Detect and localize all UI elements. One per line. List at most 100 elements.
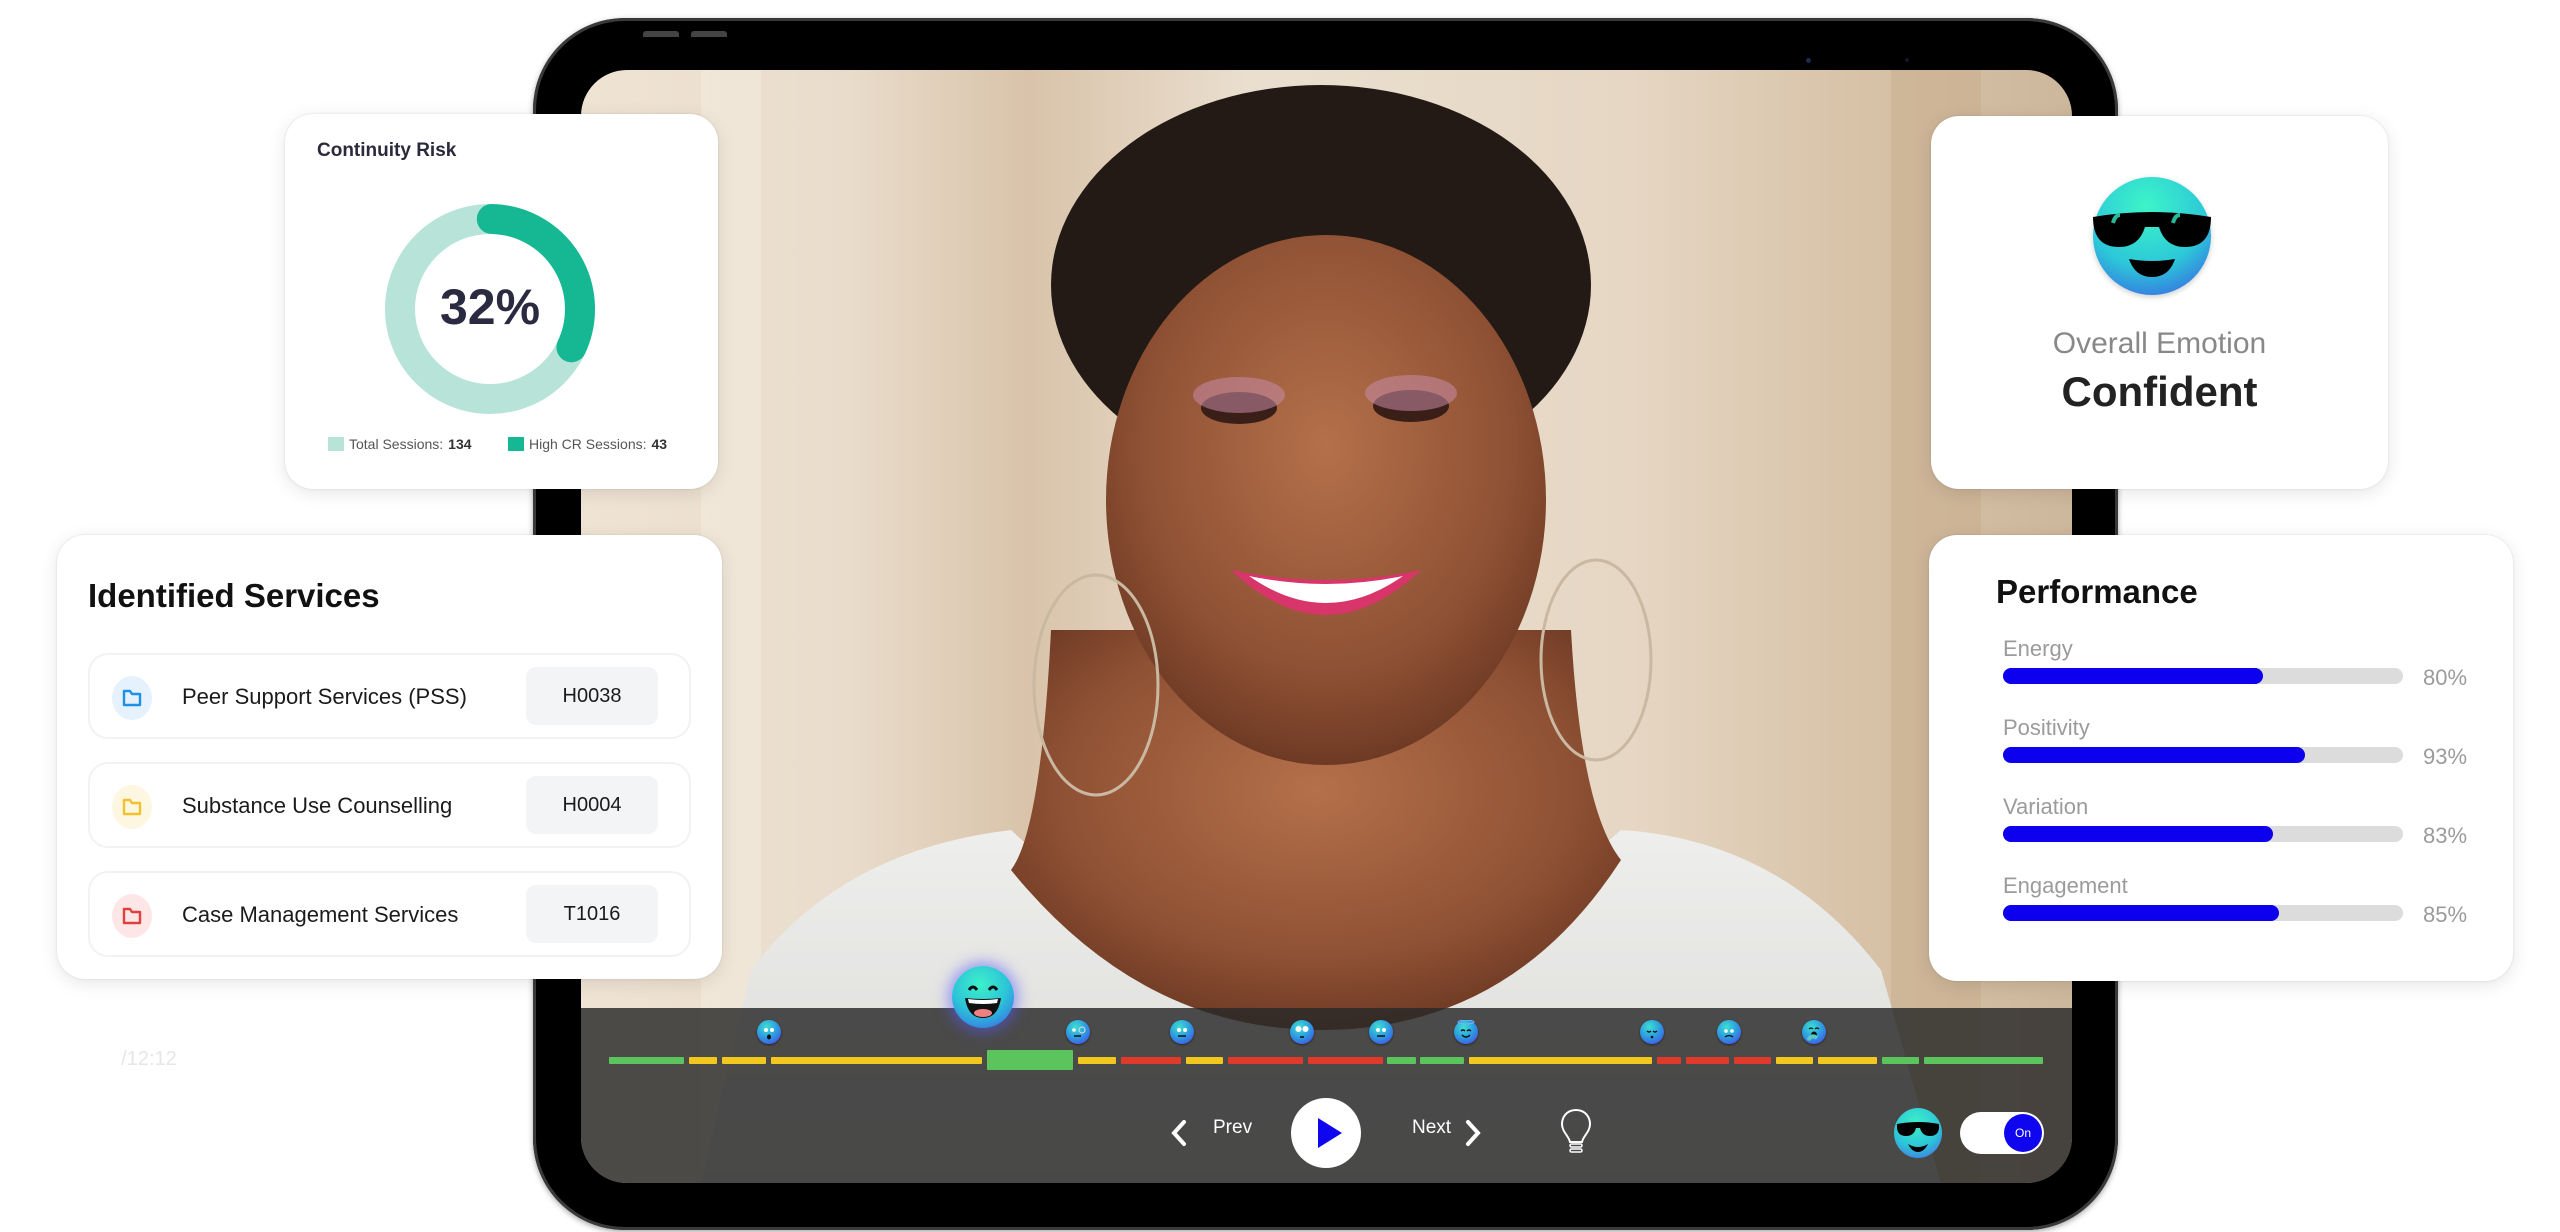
card-title: Continuity Risk xyxy=(317,140,457,161)
service-item[interactable]: Case Management Services T1016 xyxy=(88,871,691,957)
volume-button xyxy=(691,31,727,37)
performance-metric: Engagement 85% xyxy=(2003,873,2473,943)
emotion-marker-monocle-icon[interactable] xyxy=(1066,1020,1091,1044)
timeline-segment-green[interactable] xyxy=(1882,1057,1920,1064)
metric-percent: 85% xyxy=(2423,902,2468,927)
service-item[interactable]: Peer Support Services (PSS) H0038 xyxy=(88,653,691,739)
service-label: Case Management Services xyxy=(182,902,459,927)
legend-label: High CR Sessions: xyxy=(529,436,647,452)
face xyxy=(1106,235,1546,765)
emotion-marker-worried-icon[interactable] xyxy=(1717,1020,1742,1044)
metric-percent: 80% xyxy=(2423,665,2468,690)
timeline-segment-green[interactable] xyxy=(987,1050,1074,1070)
service-code-badge: H0038 xyxy=(526,667,658,725)
timeline-segment-yellow[interactable] xyxy=(770,1057,983,1064)
legend-total-sessions: Total Sessions: 134 xyxy=(328,436,472,452)
emotion-overlay-toggle[interactable]: On xyxy=(1960,1112,2044,1154)
metric-label: Variation xyxy=(2003,794,2089,819)
metric-percent: 93% xyxy=(2423,744,2468,769)
timeline-segment-green[interactable] xyxy=(1924,1057,2043,1064)
metric-label: Positivity xyxy=(2003,715,2090,740)
timeline-segment-yellow[interactable] xyxy=(721,1057,766,1064)
timeline-segment-red[interactable] xyxy=(1656,1057,1681,1064)
overall-emotion-value: Confident xyxy=(2061,368,2258,415)
metric-progress-fill xyxy=(2003,826,2273,842)
metric-progress-fill xyxy=(2003,668,2263,684)
prev-button[interactable]: Prev xyxy=(1213,1117,1252,1139)
legend-value: 43 xyxy=(651,436,668,452)
emotion-marker-pensive-icon[interactable] xyxy=(1639,1020,1664,1044)
timeline-segment-yellow[interactable] xyxy=(1818,1057,1878,1064)
service-code-badge: H0004 xyxy=(526,776,658,834)
video-screen[interactable] xyxy=(581,70,2072,1183)
front-camera xyxy=(1806,58,1811,63)
service-label: Peer Support Services (PSS) xyxy=(182,684,467,709)
continuity-risk-card: Continuity Risk 32% Total Sessions: 134 H… xyxy=(285,114,718,489)
next-chevron-icon[interactable] xyxy=(1460,1118,1486,1148)
total-time: /12:12 xyxy=(121,1048,177,1070)
lightbulb-icon[interactable] xyxy=(1560,1108,1592,1156)
play-icon xyxy=(1318,1118,1342,1148)
emotion-marker-neutral-icon[interactable] xyxy=(1170,1020,1195,1044)
service-code-badge: T1016 xyxy=(526,885,658,943)
timeline-segment-green[interactable] xyxy=(609,1057,684,1064)
metric-progress-track xyxy=(2003,826,2403,842)
overall-emotion-card: Overall Emotion Confident xyxy=(1931,116,2388,489)
timeline-segment-yellow[interactable] xyxy=(1078,1057,1117,1064)
volume-button xyxy=(643,31,679,37)
timeline-segment-red[interactable] xyxy=(1685,1057,1730,1064)
metric-label: Engagement xyxy=(2003,873,2128,898)
next-button[interactable]: Next xyxy=(1412,1117,1451,1139)
metric-progress-track xyxy=(2003,668,2403,684)
timeline-segment-yellow[interactable] xyxy=(688,1057,717,1064)
performance-card: Performance Energy 80% Positivity 93% Variat… xyxy=(1929,535,2513,981)
toggle-knob: On xyxy=(2004,1114,2042,1152)
timeline-segment-red[interactable] xyxy=(1228,1057,1304,1064)
performance-metric: Energy 80% xyxy=(2003,636,2473,706)
timeline-segment-yellow[interactable] xyxy=(1186,1057,1224,1064)
metric-progress-track xyxy=(2003,747,2403,763)
emotion-marker-yawning-icon[interactable] xyxy=(1802,1020,1827,1044)
metric-progress-fill xyxy=(2003,905,2280,921)
service-item[interactable]: Substance Use Counselling H0004 xyxy=(88,762,691,848)
legend-high-cr-sessions: High CR Sessions: 43 xyxy=(508,436,667,452)
card-title: Performance xyxy=(1996,573,2198,610)
identified-services-card: Identified Services Peer Support Service… xyxy=(57,535,722,979)
emotion-marker-eye-roll-icon[interactable] xyxy=(1290,1020,1314,1044)
legend-label: Total Sessions: xyxy=(349,436,444,452)
sensor xyxy=(1905,58,1909,62)
overall-emotion-label: Overall Emotion xyxy=(2052,327,2267,360)
service-label: Substance Use Counselling xyxy=(182,793,453,818)
emotion-marker-neutral-icon[interactable] xyxy=(1368,1020,1393,1044)
legend-swatch xyxy=(328,437,344,451)
legend-value: 134 xyxy=(448,436,472,452)
playback-time: 00:07/12:12 xyxy=(70,1048,177,1071)
emotion-marker-halo-icon[interactable] xyxy=(1453,1020,1478,1044)
timeline-segment-red[interactable] xyxy=(1121,1057,1182,1064)
legend-swatch xyxy=(508,437,524,451)
metric-percent: 83% xyxy=(2423,823,2468,848)
folder-icon xyxy=(112,894,152,938)
folder-icon xyxy=(112,785,152,829)
timeline-segment-yellow[interactable] xyxy=(1468,1057,1652,1064)
prev-chevron-icon[interactable] xyxy=(1166,1118,1192,1148)
sunglasses-emoji-icon xyxy=(2093,177,2211,295)
metric-progress-track xyxy=(2003,905,2403,921)
metric-label: Energy xyxy=(2003,636,2073,661)
timeline-segment-green[interactable] xyxy=(1386,1057,1416,1064)
donut-percent-label: 32% xyxy=(440,279,540,335)
performance-metric: Positivity 93% xyxy=(2003,715,2473,785)
metric-progress-fill xyxy=(2003,747,2306,763)
timeline-segment-green[interactable] xyxy=(1419,1057,1464,1064)
current-time: 00:07 xyxy=(70,1048,122,1070)
current-emotion-grinning-icon[interactable] xyxy=(952,966,1014,1028)
sunglasses-emoji-icon[interactable] xyxy=(1894,1108,1942,1158)
play-button[interactable] xyxy=(1291,1098,1361,1168)
performance-metric: Variation 83% xyxy=(2003,794,2473,864)
emotion-marker-surprised-icon[interactable] xyxy=(757,1020,782,1044)
timeline-segment-yellow[interactable] xyxy=(1776,1057,1814,1064)
continuity-risk-donut: 32% xyxy=(385,204,595,414)
timeline-segment-red[interactable] xyxy=(1734,1057,1772,1064)
folder-icon xyxy=(112,676,152,720)
timeline-segment-red[interactable] xyxy=(1308,1057,1383,1064)
